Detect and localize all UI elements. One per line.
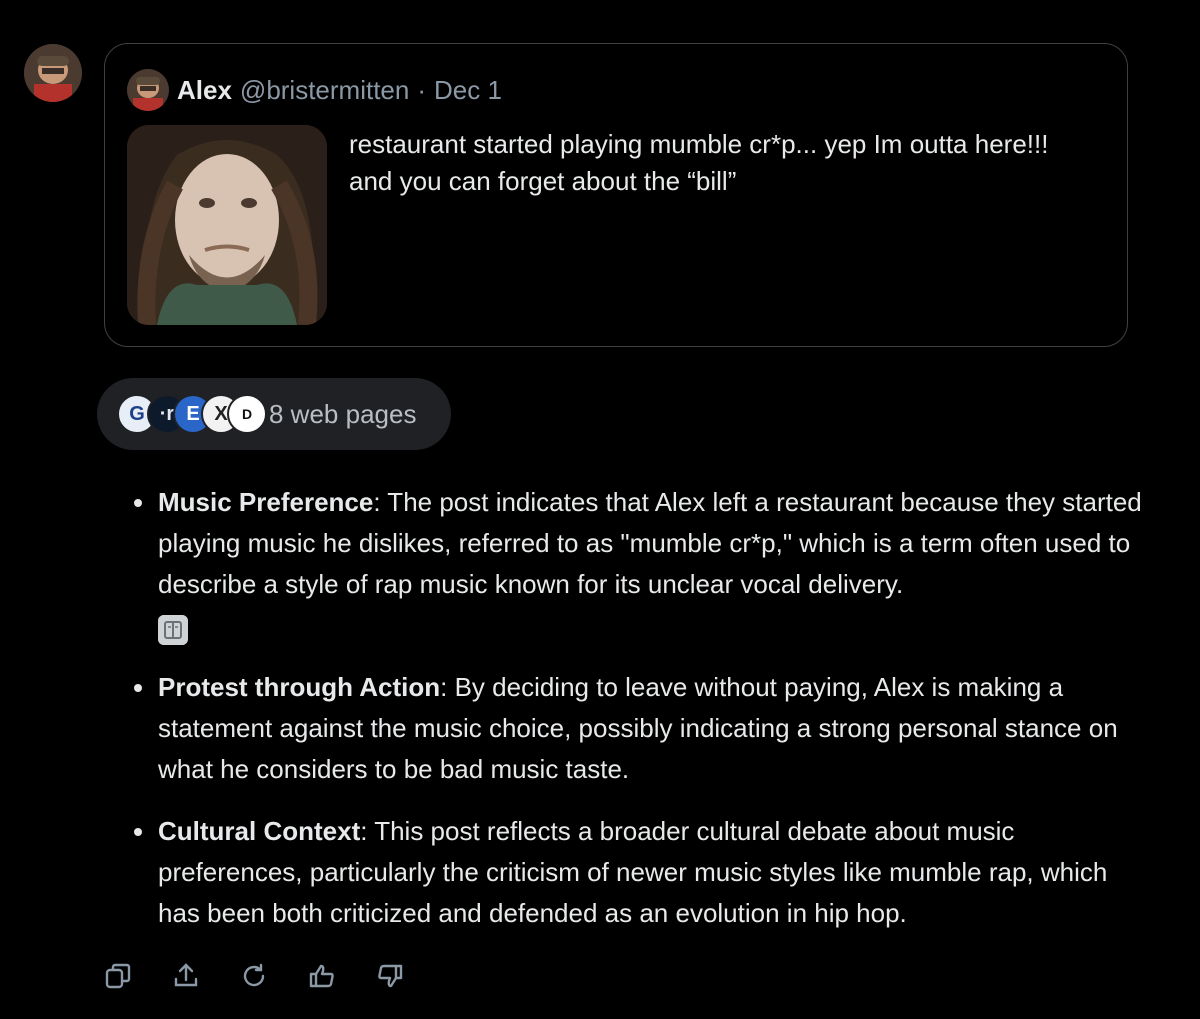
answer-bullet-list: Music Preference: The post indicates tha… <box>126 482 1146 955</box>
source-favicons: G ·r E X D <box>117 392 269 436</box>
copy-icon[interactable] <box>100 958 136 994</box>
list-item-title: Protest through Action <box>158 672 441 702</box>
list-item-title: Music Preference <box>158 487 374 517</box>
thumbs-up-icon[interactable] <box>304 958 340 994</box>
quoted-author-name[interactable]: Alex <box>177 75 232 106</box>
quoted-author-handle[interactable]: @bristermitten <box>240 75 409 106</box>
bullet-icon <box>134 828 142 836</box>
share-icon[interactable] <box>168 958 204 994</box>
sources-count-label: 8 web pages <box>269 398 417 429</box>
quoted-post-header: Alex @bristermitten · Dec 1 <box>127 68 502 112</box>
web-sources-button[interactable]: G ·r E X D 8 web pages <box>97 378 451 450</box>
quoted-post-date[interactable]: Dec 1 <box>434 75 502 106</box>
quoted-post-text: restaurant started playing mumble cr*p..… <box>349 126 1119 200</box>
bullet-icon <box>134 499 142 507</box>
user-avatar[interactable] <box>24 44 82 102</box>
list-item-title: Cultural Context <box>158 816 361 846</box>
separator-dot: · <box>417 74 427 105</box>
citation-icon[interactable] <box>158 615 188 646</box>
quoted-post-image[interactable] <box>127 125 327 325</box>
source-favicon: D <box>227 394 267 434</box>
list-item: Protest through Action: By deciding to l… <box>126 667 1146 790</box>
quoted-post-text-line2: and you can forget about the “bill” <box>349 166 737 196</box>
quoted-author-avatar[interactable] <box>127 69 169 111</box>
response-action-bar <box>100 956 408 996</box>
list-item: Cultural Context: This post reflects a b… <box>126 811 1146 934</box>
quoted-post-card[interactable]: Alex @bristermitten · Dec 1 restaurant s… <box>104 43 1128 347</box>
quoted-post-text-line1: restaurant started playing mumble cr*p..… <box>349 129 1049 159</box>
bullet-icon <box>134 684 142 692</box>
regenerate-icon[interactable] <box>236 958 272 994</box>
thumbs-down-icon[interactable] <box>372 958 408 994</box>
list-item: Music Preference: The post indicates tha… <box>126 482 1146 646</box>
